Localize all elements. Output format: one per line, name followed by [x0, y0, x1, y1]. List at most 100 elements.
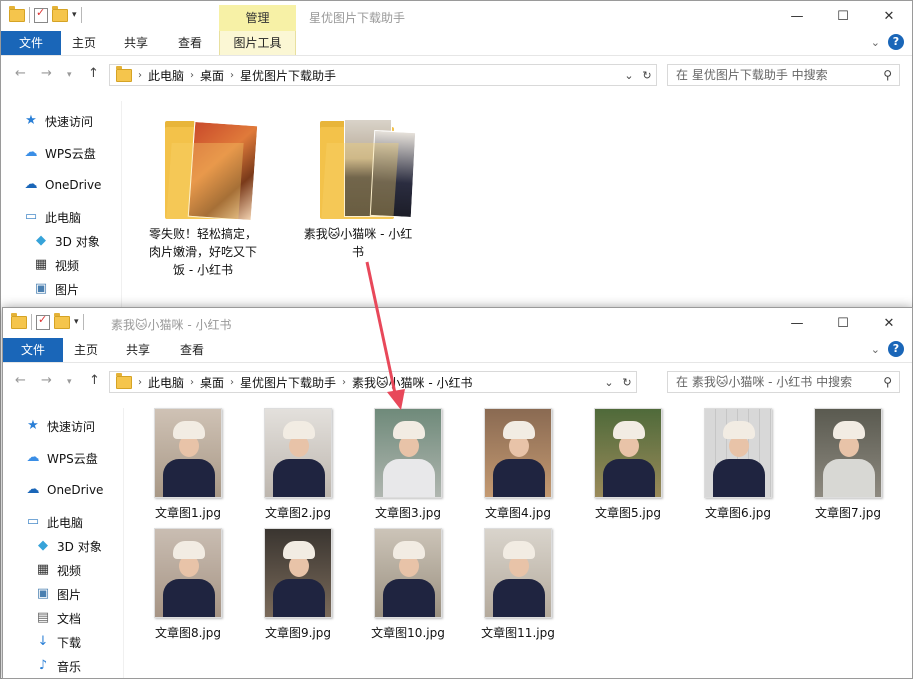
download-icon: ↓ [37, 634, 49, 649]
help-icon[interactable]: ? [888, 341, 904, 357]
expand-ribbon-icon[interactable]: ⌄ [871, 343, 880, 356]
nav-item-3d-objects[interactable]: ◆ 3D 对象 [33, 230, 100, 252]
nav-item-onedrive[interactable]: ☁ OneDrive [25, 479, 104, 501]
breadcrumb-item[interactable]: 此电脑 [142, 67, 190, 84]
minimize-button[interactable]: — [774, 308, 820, 338]
chevron-down-icon[interactable]: ⌄ [620, 69, 638, 82]
file-item[interactable]: 文章图10.jpg [358, 528, 458, 641]
nav-item-onedrive[interactable]: ☁ OneDrive [23, 174, 102, 196]
customize-dropdown-icon[interactable]: ▾ [74, 317, 79, 327]
maximize-button[interactable]: ☐ [820, 308, 866, 338]
photo-subject [283, 541, 315, 559]
address-bar[interactable]: › 此电脑 › 桌面 › 星优图片下载助手 ⌄ ↻ [109, 64, 657, 86]
new-folder-icon[interactable] [52, 5, 68, 22]
photo-subject [833, 421, 865, 439]
image-thumbnail [154, 528, 222, 618]
tab-share[interactable]: 共享 [115, 338, 161, 362]
nav-item-this-pc[interactable]: ▭ 此电脑 [25, 511, 83, 533]
file-item[interactable]: 文章图2.jpg [248, 408, 348, 521]
back-arrow-icon[interactable]: ← [15, 373, 26, 388]
file-item[interactable]: 文章图3.jpg [358, 408, 458, 521]
breadcrumb-item[interactable]: 桌面 [194, 374, 230, 391]
breadcrumb-item[interactable]: 此电脑 [142, 374, 190, 391]
tab-picture-tools[interactable]: 图片工具 [219, 31, 296, 55]
nav-item-quick-access[interactable]: ★ 快速访问 [23, 110, 93, 132]
nav-item-documents[interactable]: ▤ 文档 [35, 607, 81, 629]
minimize-button[interactable]: — [774, 1, 820, 31]
tab-file[interactable]: 文件 [1, 31, 61, 55]
ribbon-right: ⌄ ? [871, 34, 904, 50]
tab-view[interactable]: 查看 [167, 31, 213, 55]
expand-ribbon-icon[interactable]: ⌄ [871, 36, 880, 49]
nav-item-downloads[interactable]: ↓ 下载 [35, 631, 81, 653]
file-name: 文章图9.jpg [264, 626, 332, 640]
nav-item-videos[interactable]: ▦ 视频 [33, 254, 79, 276]
breadcrumb-item[interactable]: 素我🐱小猫咪 - 小红书 [346, 374, 478, 391]
help-icon[interactable]: ? [888, 34, 904, 50]
file-item[interactable]: 文章图8.jpg [138, 528, 238, 641]
file-item[interactable]: 文章图1.jpg [138, 408, 238, 521]
close-button[interactable]: ✕ [866, 308, 912, 338]
nav-item-3d-objects[interactable]: ◆ 3D 对象 [35, 535, 102, 557]
folder-item[interactable]: 零失败！轻松搞定，肉片嫩滑，好吃又下饭 - 小红书 [148, 111, 259, 279]
maximize-button[interactable]: ☐ [820, 1, 866, 31]
file-item[interactable]: 文章图4.jpg [468, 408, 568, 521]
folder-icon [9, 5, 25, 22]
tab-share[interactable]: 共享 [113, 31, 159, 55]
nav-item-wps-cloud[interactable]: ☁ WPS云盘 [23, 142, 96, 164]
music-icon: ♪ [38, 658, 48, 673]
file-item[interactable]: 文章图9.jpg [248, 528, 348, 641]
tab-view[interactable]: 查看 [169, 338, 215, 362]
image-thumbnail [264, 528, 332, 618]
file-name: 文章图7.jpg [814, 506, 882, 520]
address-bar[interactable]: › 此电脑 › 桌面 › 星优图片下载助手 › 素我🐱小猫咪 - 小红书 ⌄ ↻ [109, 371, 637, 393]
properties-icon[interactable] [34, 6, 48, 23]
nav-item-wps-cloud[interactable]: ☁ WPS云盘 [25, 447, 98, 469]
folder-item[interactable]: 素我🐱小猫咪 - 小红书 [303, 111, 417, 261]
forward-arrow-icon[interactable]: → [41, 373, 52, 388]
customize-dropdown-icon[interactable]: ▾ [72, 10, 77, 20]
nav-label: OneDrive [45, 178, 102, 192]
recent-locations-icon[interactable]: ▾ [67, 377, 72, 387]
nav-item-this-pc[interactable]: ▭ 此电脑 [23, 206, 81, 228]
breadcrumb-item[interactable]: 桌面 [194, 67, 230, 84]
back-arrow-icon[interactable]: ← [15, 66, 26, 81]
up-arrow-icon[interactable]: ↑ [88, 66, 99, 81]
new-folder-icon[interactable] [54, 312, 70, 329]
nav-item-music[interactable]: ♪ 音乐 [35, 655, 81, 677]
search-icon[interactable]: ⚲ [883, 372, 892, 392]
nav-item-videos[interactable]: ▦ 视频 [35, 559, 81, 581]
file-item[interactable]: 文章图11.jpg [468, 528, 568, 641]
image-thumbnail [484, 528, 552, 618]
breadcrumb-item[interactable]: 星优图片下载助手 [234, 374, 342, 391]
folder-front [321, 143, 399, 219]
properties-icon[interactable] [36, 313, 50, 330]
picture-icon: ▣ [36, 586, 50, 601]
search-icon[interactable]: ⚲ [883, 65, 892, 85]
search-input[interactable]: 在 星优图片下载助手 中搜索 ⚲ [667, 64, 900, 86]
search-input[interactable]: 在 素我🐱小猫咪 - 小红书 中搜索 ⚲ [667, 371, 900, 393]
nav-item-quick-access[interactable]: ★ 快速访问 [25, 415, 95, 437]
recent-locations-icon[interactable]: ▾ [67, 70, 72, 80]
file-item[interactable]: 文章图5.jpg [578, 408, 678, 521]
tab-home[interactable]: 主页 [61, 31, 107, 55]
breadcrumb-item[interactable]: 星优图片下载助手 [234, 67, 342, 84]
pc-icon: ▭ [26, 514, 40, 529]
photo-subject [163, 459, 215, 497]
search-placeholder: 在 素我🐱小猫咪 - 小红书 中搜索 [676, 375, 853, 389]
tab-home[interactable]: 主页 [63, 338, 109, 362]
refresh-icon[interactable]: ↻ [638, 69, 656, 82]
file-item[interactable]: 文章图7.jpg [798, 408, 898, 521]
nav-item-pictures[interactable]: ▣ 图片 [35, 583, 81, 605]
image-thumbnail [704, 408, 772, 498]
chevron-down-icon[interactable]: ⌄ [600, 376, 618, 389]
refresh-icon[interactable]: ↻ [618, 376, 636, 389]
nav-item-pictures[interactable]: ▣ 图片 [33, 278, 79, 300]
forward-arrow-icon[interactable]: → [41, 66, 52, 81]
up-arrow-icon[interactable]: ↑ [89, 373, 100, 388]
nav-label: 图片 [57, 587, 82, 602]
file-item[interactable]: 文章图6.jpg [688, 408, 788, 521]
cloud-icon: ☁ [24, 145, 38, 160]
tab-file[interactable]: 文件 [3, 338, 63, 362]
close-button[interactable]: ✕ [866, 1, 912, 31]
